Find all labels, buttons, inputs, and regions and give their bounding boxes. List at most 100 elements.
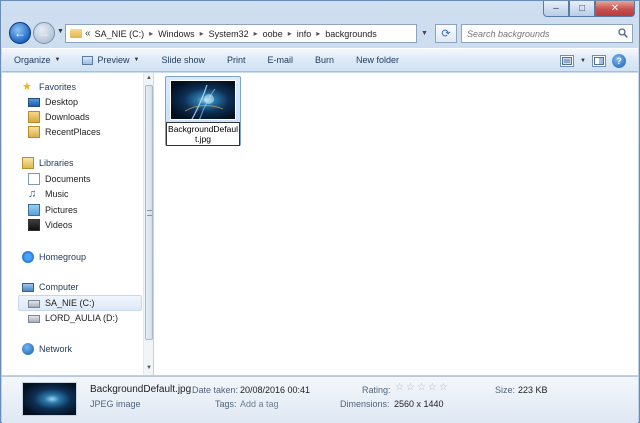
view-icon: [562, 57, 573, 65]
breadcrumb-separator-icon[interactable]: ▸: [316, 29, 320, 38]
videos-icon: [28, 219, 40, 231]
tags-label: Tags:: [215, 399, 237, 409]
nav-drive-d[interactable]: LORD_AULIA (D:): [28, 311, 118, 325]
star-icon: ★: [22, 81, 32, 93]
scroll-up-icon[interactable]: ▲: [145, 75, 153, 83]
refresh-button[interactable]: ⟳: [435, 24, 457, 43]
nav-favorites[interactable]: ★ Favorites: [22, 80, 76, 94]
command-bar: Organize ▼ Preview ▼ Slide show Print E-ma…: [2, 48, 638, 72]
star-icon[interactable]: ☆: [428, 382, 437, 393]
nav-homegroup[interactable]: Homegroup: [22, 250, 86, 264]
change-view-button[interactable]: [560, 55, 575, 67]
image-thumbnail: [170, 80, 236, 120]
nav-videos[interactable]: Videos: [28, 218, 72, 232]
breadcrumb-separator-icon[interactable]: ▸: [254, 29, 258, 38]
computer-icon: [22, 283, 34, 292]
recent-places-icon: [28, 126, 40, 138]
help-button[interactable]: ?: [612, 54, 626, 68]
breadcrumb-windows[interactable]: Windows ▸: [158, 29, 209, 39]
breadcrumb-drive[interactable]: SA_NIE (C:) ▸: [95, 29, 159, 39]
breadcrumb-system32[interactable]: System32 ▸: [209, 29, 263, 39]
homegroup-icon: [22, 251, 34, 263]
breadcrumb-backgrounds[interactable]: backgrounds: [325, 29, 377, 39]
preview-menu[interactable]: Preview ▼: [82, 55, 139, 65]
recent-pages-dropdown-icon[interactable]: ▼: [57, 28, 64, 35]
scroll-down-icon[interactable]: ▼: [145, 365, 153, 373]
chevron-down-icon: ▼: [54, 57, 61, 63]
star-icon[interactable]: ☆: [417, 382, 426, 393]
rating-stars[interactable]: ☆ ☆ ☆ ☆ ☆: [395, 382, 448, 393]
dimensions-label: Dimensions:: [340, 399, 390, 409]
file-list-area[interactable]: BackgroundDefault.jpg: [154, 73, 638, 375]
documents-icon: [28, 173, 40, 185]
explorer-window: – □ ✕ ← → ▼ « SA_NIE (C:) ▸ Windows ▸ Syst…: [0, 0, 640, 423]
nav-downloads[interactable]: Downloads: [28, 110, 90, 124]
maximize-button[interactable]: □: [569, 1, 595, 17]
nav-desktop[interactable]: Desktop: [28, 95, 78, 109]
file-item-background-default[interactable]: BackgroundDefault.jpg: [165, 76, 241, 146]
nav-scrollbar[interactable]: ▲ ▼: [143, 73, 153, 375]
size-label: Size:: [495, 385, 516, 395]
details-file-type: JPEG image: [90, 399, 141, 409]
nav-recent-places[interactable]: RecentPlaces: [28, 125, 101, 139]
preview-pane-icon: [594, 57, 604, 65]
music-icon: ♫: [28, 188, 37, 200]
print-button[interactable]: Print: [227, 55, 246, 65]
address-history-dropdown-icon[interactable]: ▼: [421, 30, 428, 37]
address-bar[interactable]: « SA_NIE (C:) ▸ Windows ▸ System32 ▸ oobe ▸ …: [65, 24, 417, 43]
forward-arrow-icon: →: [38, 26, 50, 40]
breadcrumb-separator-icon[interactable]: ▸: [288, 29, 292, 38]
burn-button[interactable]: Burn: [315, 55, 334, 65]
date-taken-value[interactable]: 20/08/2016 00:41: [240, 385, 310, 395]
tags-input[interactable]: Add a tag: [240, 399, 279, 409]
view-controls: ▼ ?: [560, 54, 626, 68]
rename-input[interactable]: BackgroundDefault.jpg: [166, 122, 240, 146]
new-folder-button[interactable]: New folder: [356, 55, 399, 65]
caption-buttons: – □ ✕: [543, 1, 635, 17]
breadcrumb-oobe[interactable]: oobe ▸: [263, 29, 297, 39]
organize-menu[interactable]: Organize ▼: [14, 55, 60, 65]
view-options-chevron-icon[interactable]: ▼: [580, 58, 586, 64]
rating-label: Rating:: [362, 385, 391, 395]
breadcrumb-separator-icon[interactable]: ▸: [200, 29, 204, 38]
email-button[interactable]: E-mail: [268, 55, 294, 65]
star-icon[interactable]: ☆: [395, 382, 404, 393]
back-button[interactable]: ←: [9, 22, 31, 44]
minimize-button[interactable]: –: [543, 1, 569, 17]
address-row: ← → ▼ « SA_NIE (C:) ▸ Windows ▸ System32 ▸ …: [7, 21, 637, 47]
nav-music[interactable]: ♫ Music: [28, 187, 69, 201]
libraries-icon: [22, 157, 34, 169]
star-icon[interactable]: ☆: [406, 382, 415, 393]
nav-libraries[interactable]: Libraries: [22, 156, 74, 170]
nav-drive-c[interactable]: SA_NIE (C:): [28, 296, 95, 310]
forward-button[interactable]: →: [33, 22, 55, 44]
refresh-icon: ⟳: [441, 28, 451, 40]
close-button[interactable]: ✕: [595, 1, 635, 17]
downloads-folder-icon: [28, 111, 40, 123]
back-arrow-icon: ←: [14, 26, 26, 40]
scrollbar-thumb[interactable]: [145, 85, 153, 340]
search-input[interactable]: [467, 28, 615, 39]
navigation-pane: ★ Favorites Desktop Downloads RecentPlace…: [2, 73, 153, 375]
nav-computer[interactable]: Computer: [22, 280, 79, 294]
search-icon: [618, 28, 628, 38]
nav-network[interactable]: Network: [22, 342, 72, 356]
details-pane: BackgroundDefault.jpg JPEG image Date ta…: [2, 376, 638, 423]
nav-documents[interactable]: Documents: [28, 172, 91, 186]
breadcrumb-info[interactable]: info ▸: [297, 29, 326, 39]
slideshow-button[interactable]: Slide show: [161, 55, 205, 65]
details-thumbnail: [22, 382, 77, 416]
star-icon[interactable]: ☆: [439, 382, 448, 393]
folder-icon: [70, 29, 82, 38]
chevron-down-icon: ▼: [133, 57, 140, 63]
drive-icon: [28, 300, 40, 308]
search-box[interactable]: [461, 24, 633, 43]
address-overflow-chevron[interactable]: «: [85, 28, 91, 39]
grip-icon: [147, 210, 152, 216]
details-file-name: BackgroundDefault.jpg: [90, 384, 192, 395]
abstract-wallpaper-icon: [184, 84, 224, 119]
date-taken-label: Date taken:: [192, 385, 239, 395]
nav-pictures[interactable]: Pictures: [28, 203, 78, 217]
breadcrumb-separator-icon[interactable]: ▸: [149, 29, 153, 38]
preview-pane-button[interactable]: [592, 55, 606, 67]
